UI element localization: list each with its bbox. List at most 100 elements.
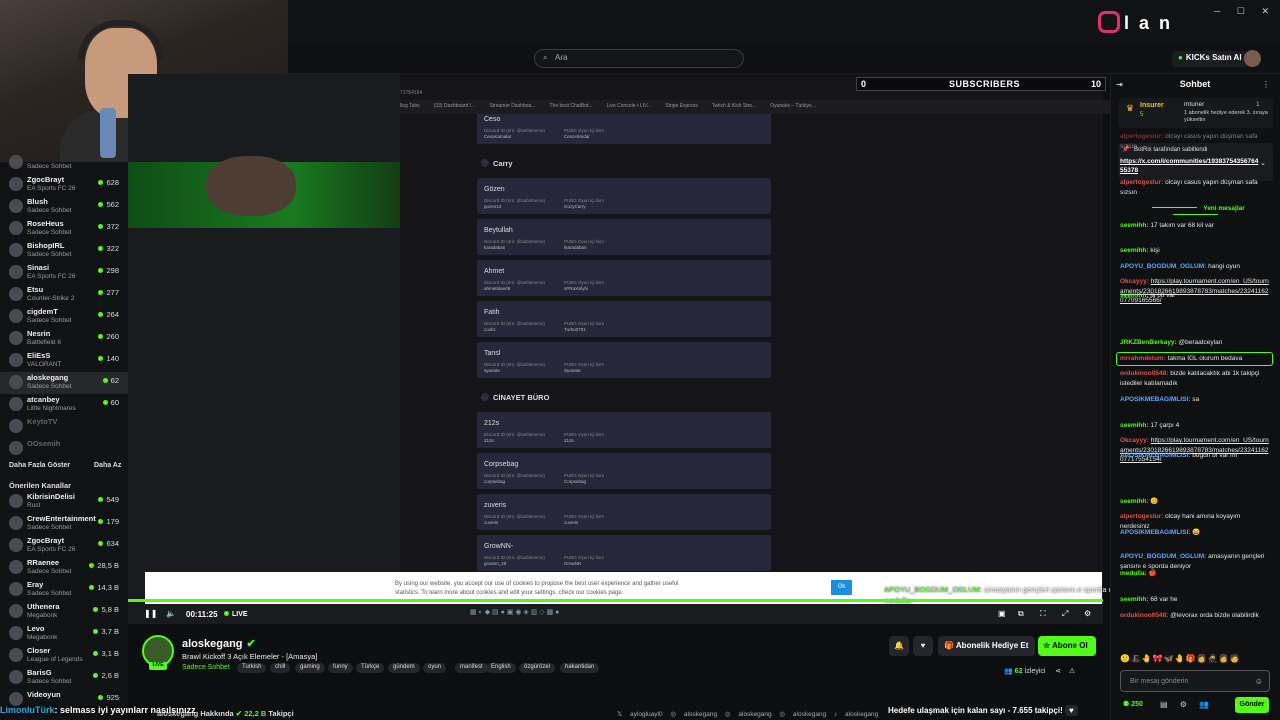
channel-item[interactable]: Levo Megabonk 3,7 B (0, 623, 128, 645)
chat-input[interactable]: Bir mesaj gönderin ☺ (1120, 670, 1270, 692)
bell-icon[interactable]: 🔔 (889, 636, 909, 656)
stream-tag[interactable]: Türkçe (356, 663, 385, 673)
chat-toolbar[interactable]: ▤ ⚙ 👥 (1160, 700, 1209, 709)
channel-item[interactable]: RoseHeus Sadece Sohbet 372 (0, 218, 128, 240)
chevron-down-icon[interactable]: ⌄ (1260, 159, 1266, 167)
channel-item[interactable]: RRaenee Sadece Sohbet 28,5 B (0, 557, 128, 579)
chat-username[interactable]: Okcayyy: (1120, 437, 1149, 444)
chat-username[interactable]: seemihh: (1120, 222, 1149, 229)
stream-tag[interactable]: Turkish (237, 663, 267, 673)
chat-username[interactable]: APOYU_BOGDUM_OGLUM: (1120, 553, 1206, 560)
greenscreen-cam (128, 156, 400, 228)
channel-item[interactable]: EliEsS VALORANT 140 (0, 350, 128, 372)
channel-item[interactable]: Sinasi EA Sports FC 26 298 (0, 262, 128, 284)
viewer-count: 634 (98, 539, 119, 548)
stream-tag[interactable]: oyun (423, 663, 447, 673)
chat-username[interactable]: seemihh: (1120, 422, 1149, 429)
chat-settings-icon[interactable]: ⋮ (1262, 80, 1270, 89)
channel-item[interactable]: ZgocBrayt EA Sports FC 26 628 (0, 174, 128, 196)
user-avatar[interactable] (1244, 50, 1261, 67)
channel-item[interactable]: cigdemT Sadece Sohbet 264 (0, 306, 128, 328)
chat-username[interactable]: mrrahmdetum: (1120, 355, 1166, 362)
pip-icon[interactable]: ⧉ (1018, 609, 1024, 619)
chat-username[interactable]: ordukinoo0548: (1120, 370, 1168, 377)
chat-username[interactable]: seemihh: (1120, 247, 1149, 254)
channel-item[interactable]: BishopIRL Sadece Sohbet 322 (0, 240, 128, 262)
stream-tag[interactable]: özgürözel (519, 663, 556, 673)
channel-item[interactable]: Uthenera Megabonk 5,8 B (0, 601, 128, 623)
fullscreen-icon[interactable]: ⛶ (1040, 609, 1046, 619)
chat-username[interactable]: APOYU_BOGDUM_OGLUM: (1120, 263, 1206, 270)
channel-item[interactable]: aloskegang Sadece Sohbet 62 (0, 372, 128, 394)
stream-tag[interactable]: funny (328, 663, 353, 673)
show-more-link[interactable]: Daha Fazla Göster (9, 462, 70, 469)
channel-name[interactable]: aloskegang ✔ (182, 637, 256, 650)
chat-username[interactable]: alpertogeslur: (1120, 179, 1163, 186)
channel-item[interactable]: Etsu Counter-Strike 2 277 (0, 284, 128, 306)
channel-item[interactable]: KeytoTV (0, 416, 128, 438)
channel-item[interactable]: KibrisinDelisi Rust 549 (0, 491, 128, 513)
chat-username[interactable]: APOSIKMEBAGIMLISI: (1120, 452, 1190, 459)
heart-icon[interactable]: ♥ (913, 636, 933, 656)
buy-kicks-button[interactable]: ● KICKs Satın Al (1172, 51, 1248, 67)
stream-category[interactable]: Sadece Sohbet (182, 664, 230, 671)
settings-icon[interactable]: ⚙ (1180, 700, 1187, 709)
channel-item[interactable]: Nesrin Battlefield 6 260 (0, 328, 128, 350)
heart-icon[interactable]: ♥ (1065, 705, 1078, 716)
chat-username[interactable]: APOSIKMEBAGIMLISI: (1120, 396, 1190, 403)
chat-username[interactable]: alpertogeslur: (1120, 133, 1163, 140)
browser-tab: The best ChatBot... (549, 103, 593, 109)
gift-sub-button[interactable]: 🎁 Abonelik Hediye Et (938, 636, 1035, 656)
expand-icon[interactable]: ⤢ (1062, 609, 1068, 619)
search-input[interactable]: ⌕ Ara (534, 49, 744, 68)
channel-item[interactable]: Closer League of Legends 3,1 B (0, 645, 128, 667)
progress-bar[interactable] (128, 599, 1103, 602)
channel-item[interactable]: Blush Sadece Sohbet 562 (0, 196, 128, 218)
chat-username[interactable]: medulla: (1120, 570, 1147, 577)
channel-item[interactable]: ZgocBrayt EA Sports FC 26 634 (0, 535, 128, 557)
cookie-ok-button[interactable]: Ok (831, 580, 852, 595)
gift-icon[interactable]: ▤ (1160, 700, 1168, 709)
channel-item[interactable]: atcanbey Little Nightmares 60 (0, 394, 128, 416)
emote-bar[interactable]: 🙂🎩🤚🎀🦋🤚🎁👩🥷👩🧑 (1120, 654, 1270, 666)
stream-tag[interactable]: gaming (295, 663, 325, 673)
chat-username[interactable]: ordukinoo0548: (1120, 612, 1168, 619)
stream-tag[interactable]: English (486, 663, 516, 673)
chat-text: la 68 var (1150, 292, 1176, 299)
chat-username[interactable]: Okcayyy: (1120, 278, 1149, 285)
theater-icon[interactable]: ▣ (998, 609, 1006, 618)
settings-icon[interactable]: ⚙ (1084, 609, 1091, 618)
volume-icon[interactable]: 🔈 (166, 609, 176, 618)
subscribe-button[interactable]: ☆ Abone Ol (1038, 636, 1096, 656)
browser-tab: Streamer Dashboa... (489, 103, 536, 109)
chat-username[interactable]: seemihh: (1120, 596, 1149, 603)
player-card: Beytullah Discord ID (örn: @sabitmemo) kar… (477, 219, 771, 255)
share-icon[interactable]: ⋖ (1055, 668, 1061, 675)
viewer-count: 14,3 B (89, 583, 119, 592)
chat-username[interactable]: seemihh: (1120, 292, 1149, 299)
channel-item[interactable]: CrewEntertainment Sadece Sohbet 179 (0, 513, 128, 535)
stream-tag[interactable]: hakantidan (560, 663, 600, 673)
stream-tag[interactable]: gündem (388, 663, 420, 673)
emoji-icon[interactable]: ☺ (1255, 677, 1263, 686)
chat-username[interactable]: JRKZBenBerkayy: (1120, 339, 1177, 346)
channel-item[interactable]: OOsemih (0, 438, 128, 460)
channel-points[interactable]: ⚉ 250 (1123, 700, 1143, 708)
chat-username[interactable]: alpertogeslur: (1120, 513, 1163, 520)
show-less-link[interactable]: Daha Az (94, 462, 121, 469)
channel-item[interactable]: Sadece Sohbet (0, 152, 128, 170)
chat-username[interactable]: seemihh: (1120, 498, 1149, 505)
social-links[interactable]: 𝕏 aylogluayl0 ◎ aloskegang ◎ aloskegang … (617, 710, 878, 718)
users-icon[interactable]: 👥 (1199, 700, 1209, 709)
send-button[interactable]: Gönder (1235, 697, 1269, 713)
report-icon[interactable]: ⚠ (1069, 668, 1075, 675)
stream-tag[interactable]: chill (270, 663, 291, 673)
pause-icon[interactable]: ❚❚ (144, 609, 157, 618)
browser-tab: lleg Tabs (400, 103, 420, 109)
channel-item[interactable]: BarisG Sadece Sohbet 2,6 B (0, 667, 128, 689)
stream-tag[interactable]: manifest (455, 663, 488, 673)
channel-avatar (9, 397, 23, 411)
window-controls[interactable]: ─ ☐ ✕ (1214, 6, 1269, 17)
channel-item[interactable]: Eray Sadece Sohbet 14,3 B (0, 579, 128, 601)
chat-username[interactable]: APOSIKMEBAGIMLISI: (1120, 529, 1190, 536)
